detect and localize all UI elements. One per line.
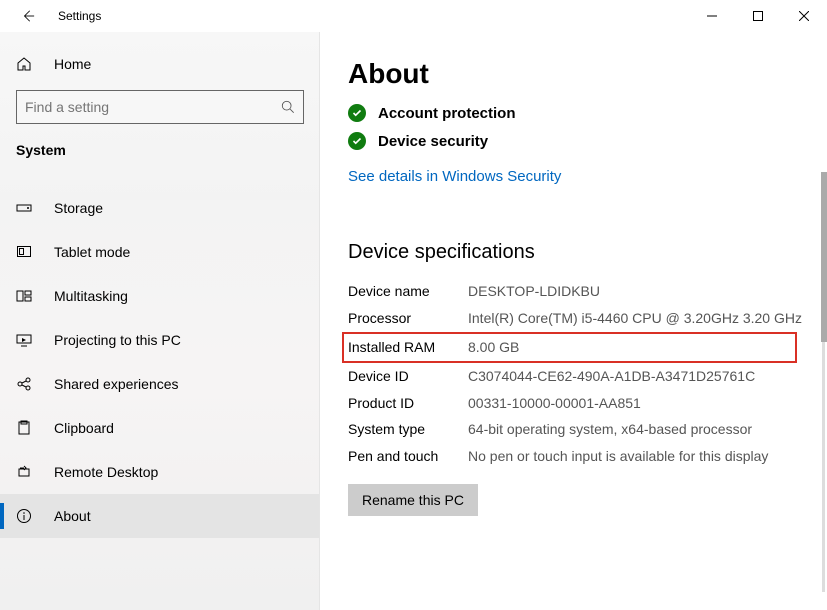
home-icon xyxy=(16,56,36,72)
sidebar-group-system: System xyxy=(0,134,320,168)
spec-value: 64-bit operating system, x64-based proce… xyxy=(468,420,807,439)
sidebar-item-label: Shared experiences xyxy=(54,376,179,392)
sidebar-item-about[interactable]: About xyxy=(0,494,320,538)
main-content: About Account protection Device security… xyxy=(320,32,827,610)
search-box[interactable] xyxy=(16,90,304,124)
spec-key: System type xyxy=(348,420,468,439)
spec-product-id: Product ID 00331-10000-00001-AA851 xyxy=(348,390,807,417)
sidebar-home-label: Home xyxy=(54,56,91,72)
sidebar-item-projecting[interactable]: Projecting to this PC xyxy=(0,318,320,362)
storage-icon xyxy=(16,200,36,216)
spec-device-name: Device name DESKTOP-LDIDKBU xyxy=(348,278,807,305)
spec-installed-ram: Installed RAM 8.00 GB xyxy=(342,332,797,363)
titlebar: Settings xyxy=(0,0,827,32)
spec-value: No pen or touch input is available for t… xyxy=(468,447,807,466)
remote-desktop-icon xyxy=(16,464,36,480)
spec-system-type: System type 64-bit operating system, x64… xyxy=(348,416,807,443)
scrollbar-thumb[interactable] xyxy=(821,172,827,342)
spec-key: Product ID xyxy=(348,394,468,413)
sidebar-item-label: Storage xyxy=(54,200,103,216)
spec-key: Device ID xyxy=(348,367,468,386)
spec-value: Intel(R) Core(TM) i5-4460 CPU @ 3.20GHz … xyxy=(468,309,807,328)
page-title: About xyxy=(348,58,807,90)
status-account-protection: Account protection xyxy=(348,104,807,122)
device-specifications-heading: Device specifications xyxy=(348,241,807,264)
status-label: Account protection xyxy=(378,105,516,122)
maximize-button[interactable] xyxy=(735,0,781,32)
rename-pc-button[interactable]: Rename this PC xyxy=(348,484,478,516)
sidebar-item-label: Multitasking xyxy=(54,288,128,304)
sidebar: Home System Storage Tablet mode xyxy=(0,32,320,610)
spec-device-id: Device ID C3074044-CE62-490A-A1DB-A3471D… xyxy=(348,363,807,390)
check-icon xyxy=(348,132,366,150)
sidebar-item-clipboard[interactable]: Clipboard xyxy=(0,406,320,450)
check-icon xyxy=(348,104,366,122)
spec-value: C3074044-CE62-490A-A1DB-A3471D25761C xyxy=(468,367,807,386)
security-details-link[interactable]: See details in Windows Security xyxy=(348,168,561,185)
sidebar-item-storage[interactable]: Storage xyxy=(0,186,320,230)
tablet-icon xyxy=(16,244,36,260)
spec-pen-touch: Pen and touch No pen or touch input is a… xyxy=(348,443,807,470)
multitasking-icon xyxy=(16,288,36,304)
window-title: Settings xyxy=(58,9,689,23)
sidebar-item-label: About xyxy=(54,508,91,524)
status-device-security: Device security xyxy=(348,132,807,150)
search-input[interactable] xyxy=(25,99,281,115)
close-button[interactable] xyxy=(781,0,827,32)
sidebar-item-remote-desktop[interactable]: Remote Desktop xyxy=(0,450,320,494)
spec-value: 8.00 GB xyxy=(468,338,795,357)
minimize-button[interactable] xyxy=(689,0,735,32)
sidebar-item-shared-experiences[interactable]: Shared experiences xyxy=(0,362,320,406)
spec-key: Device name xyxy=(348,282,468,301)
projecting-icon xyxy=(16,332,36,348)
clipboard-icon xyxy=(16,420,36,436)
back-button[interactable] xyxy=(16,4,40,28)
spec-key: Installed RAM xyxy=(348,338,468,357)
shared-icon xyxy=(16,376,36,392)
active-indicator xyxy=(0,503,4,529)
sidebar-home[interactable]: Home xyxy=(0,44,320,84)
info-icon xyxy=(16,508,36,524)
sidebar-item-multitasking[interactable]: Multitasking xyxy=(0,274,320,318)
sidebar-item-label: Clipboard xyxy=(54,420,114,436)
status-label: Device security xyxy=(378,133,488,150)
spec-key: Pen and touch xyxy=(348,447,468,466)
sidebar-item-label: Projecting to this PC xyxy=(54,332,181,348)
search-icon xyxy=(281,100,295,114)
spec-value: 00331-10000-00001-AA851 xyxy=(468,394,807,413)
sidebar-item-tablet-mode[interactable]: Tablet mode xyxy=(0,230,320,274)
sidebar-item-label: Remote Desktop xyxy=(54,464,158,480)
spec-key: Processor xyxy=(348,309,468,328)
spec-value: DESKTOP-LDIDKBU xyxy=(468,282,807,301)
spec-processor: Processor Intel(R) Core(TM) i5-4460 CPU … xyxy=(348,305,807,332)
sidebar-item-label: Tablet mode xyxy=(54,244,130,260)
